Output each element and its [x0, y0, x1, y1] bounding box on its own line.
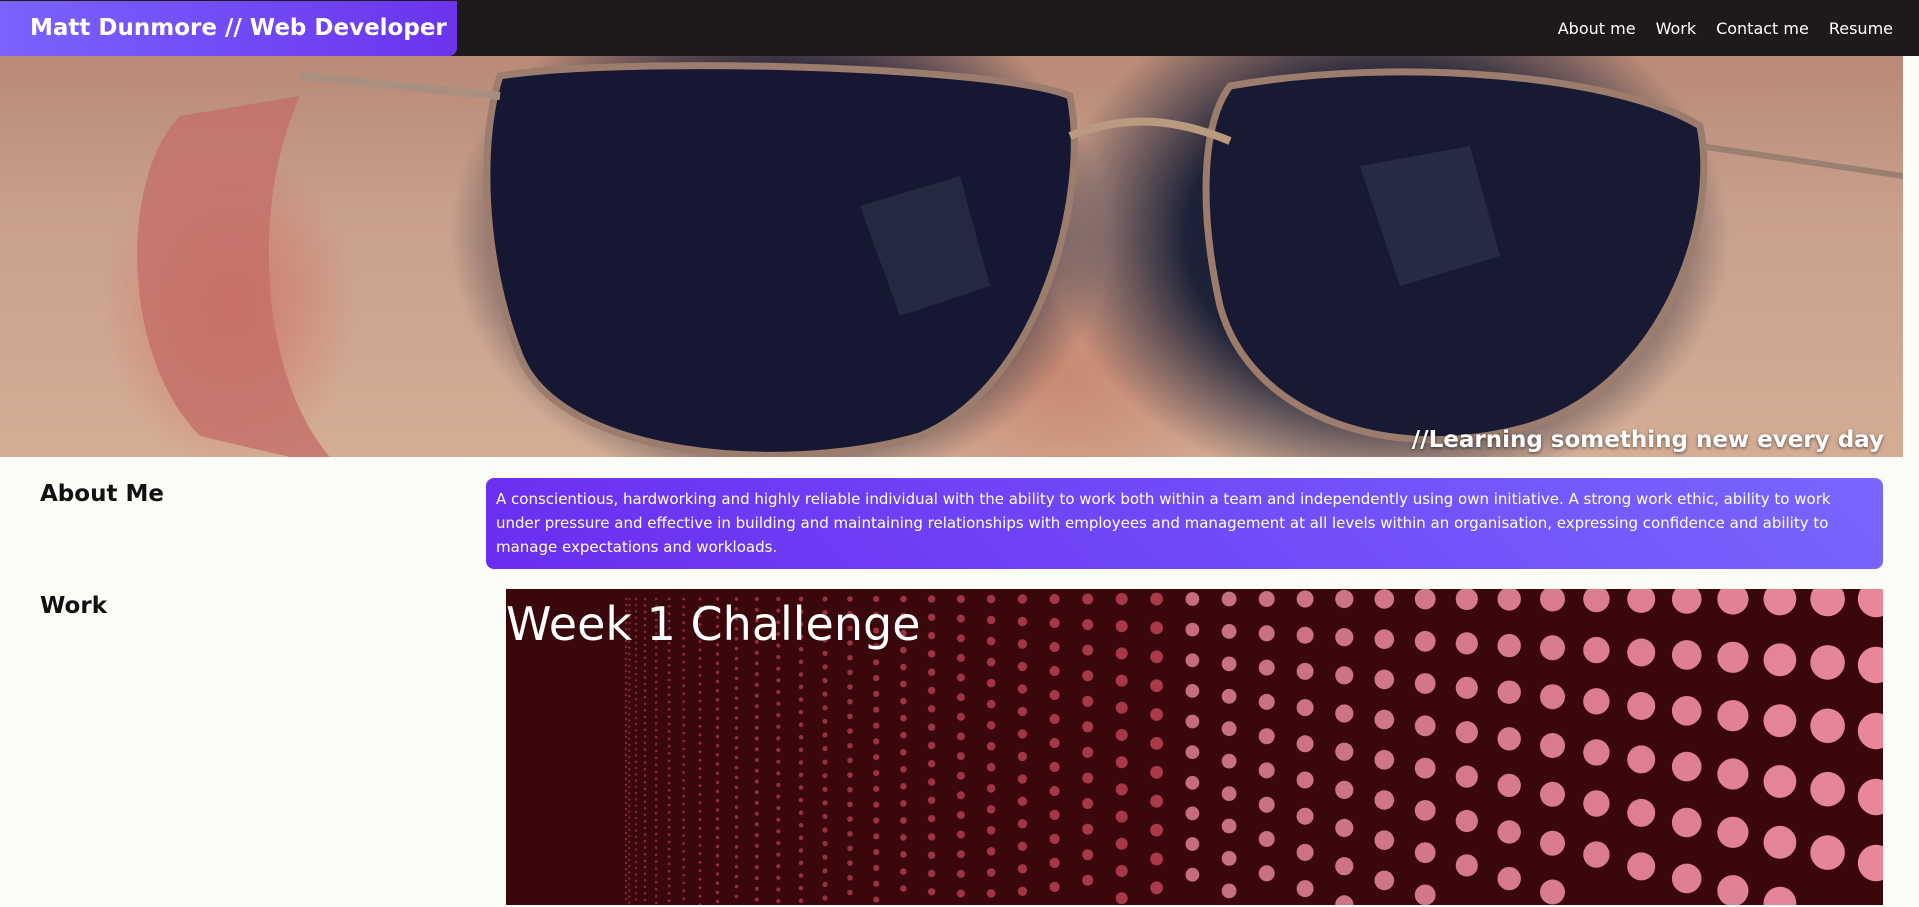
nav-link-resume[interactable]: Resume	[1829, 19, 1893, 38]
about-description: A conscientious, hardworking and highly …	[486, 478, 1883, 569]
nav-link-work[interactable]: Work	[1656, 19, 1697, 38]
work-project-card[interactable]: Week 1 Challenge	[506, 589, 1883, 905]
work-section-title: Work	[40, 593, 107, 619]
nav-link-contact-me[interactable]: Contact me	[1716, 19, 1809, 38]
hero-caption: //Learning something new every day	[1411, 427, 1884, 453]
nav-link-about-me[interactable]: About me	[1558, 19, 1636, 38]
hero-banner: //Learning something new every day	[0, 56, 1903, 457]
site-header: Matt Dunmore // Web Developer About me W…	[0, 0, 1919, 56]
brand-link[interactable]: Matt Dunmore // Web Developer	[0, 0, 457, 56]
project-title: Week 1 Challenge	[506, 597, 921, 651]
about-section-title: About Me	[40, 481, 164, 507]
main-nav: About me Work Contact me Resume	[1558, 19, 1919, 38]
page: Matt Dunmore // Web Developer About me W…	[0, 0, 1919, 907]
hero-image	[137, 62, 1903, 457]
